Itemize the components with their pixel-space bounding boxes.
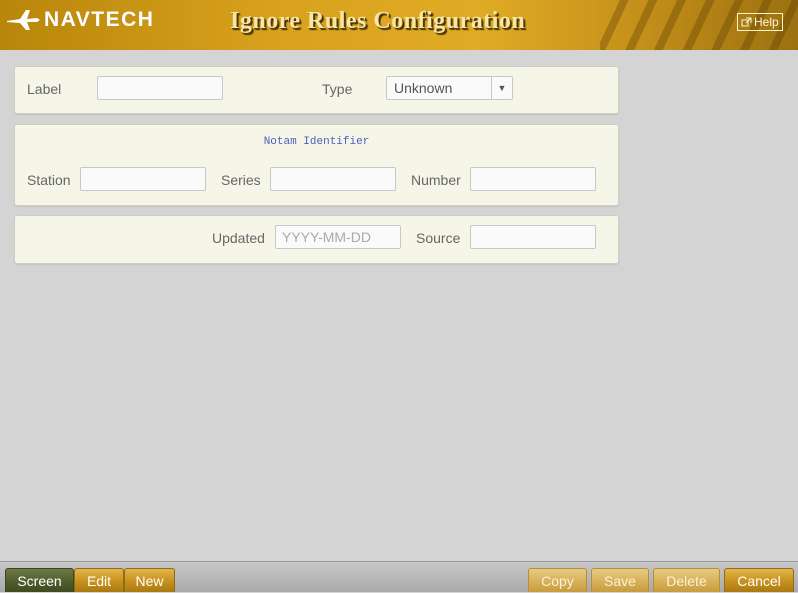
app-header: NAVTECH Ignore Rules Configuration Help — [0, 0, 798, 50]
cancel-button[interactable]: Cancel — [724, 568, 794, 592]
station-field-label: Station — [27, 172, 71, 188]
help-link[interactable]: Help — [737, 13, 783, 31]
type-selected-value: Unknown — [394, 80, 453, 96]
type-select[interactable]: Unknown ▼ — [386, 76, 513, 100]
label-field-label: Label — [27, 81, 62, 97]
updated-field-label: Updated — [212, 230, 265, 246]
number-field-label: Number — [411, 172, 461, 188]
logo-text: NAVTECH — [44, 8, 155, 31]
series-field-label: Series — [221, 172, 261, 188]
edit-button[interactable]: Edit — [74, 568, 124, 592]
footer-toolbar: Screen Edit New Copy Save Delete Cancel — [0, 561, 798, 592]
navtech-logo: NAVTECH — [6, 7, 154, 33]
number-input[interactable] — [470, 167, 596, 191]
copy-button[interactable]: Copy — [528, 568, 587, 592]
airplane-icon — [7, 10, 40, 30]
source-input[interactable] — [470, 225, 596, 249]
new-button[interactable]: New — [124, 568, 175, 592]
help-label: Help — [754, 15, 779, 29]
label-input[interactable] — [97, 76, 223, 100]
series-input[interactable] — [270, 167, 396, 191]
save-button[interactable]: Save — [591, 568, 649, 592]
updated-source-panel: Updated Source — [14, 215, 619, 264]
label-type-panel: Label Type Unknown ▼ — [14, 66, 619, 114]
page-title: Ignore Rules Configuration — [230, 8, 526, 34]
notam-identifier-panel: Notam Identifier Station Series Number — [14, 124, 619, 206]
source-field-label: Source — [416, 230, 461, 246]
updated-date-input[interactable] — [275, 225, 401, 249]
screen-button[interactable]: Screen — [5, 568, 74, 592]
external-link-icon — [741, 17, 752, 26]
type-field-label: Type — [322, 81, 353, 97]
station-input[interactable] — [80, 167, 206, 191]
delete-button[interactable]: Delete — [653, 568, 720, 592]
notam-identifier-title: Notam Identifier — [263, 136, 370, 148]
chevron-down-icon[interactable]: ▼ — [491, 77, 512, 99]
